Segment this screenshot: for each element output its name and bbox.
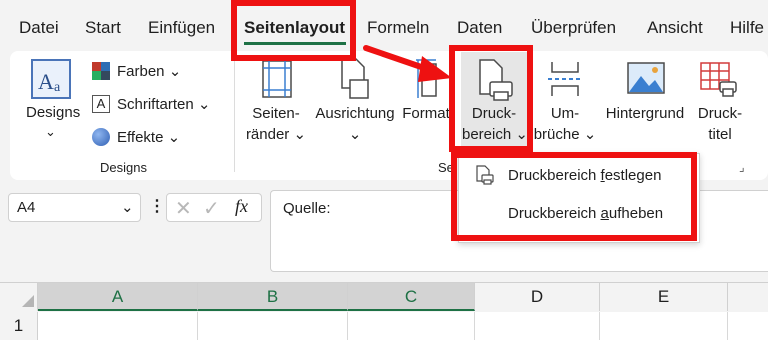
column-header-e[interactable]: E [600,283,728,311]
name-box[interactable]: A4 ⌄ [8,193,141,222]
cell-d1[interactable] [475,312,600,340]
column-header-c[interactable]: C [348,283,475,311]
effekte-button[interactable]: Effekte ⌄ [117,128,180,146]
enter-icon[interactable]: ✓ [203,196,220,221]
cell-f1[interactable] [728,312,768,340]
name-box-value: A4 [17,199,36,216]
tab-datei[interactable]: Datei [19,18,59,38]
designs-icon: A a [31,59,71,99]
group-label-designs: Designs [100,160,147,175]
chevron-down-icon[interactable]: ⌄ [121,198,134,216]
farben-icon [92,62,110,80]
column-header-b[interactable]: B [198,283,348,311]
schriftarten-button[interactable]: Schriftarten ⌄ [117,95,210,113]
designs-button[interactable]: Designs [26,104,80,121]
cancel-icon[interactable]: ✕ [175,196,192,221]
tab-hilfe[interactable]: Hilfe [730,18,764,38]
schriftarten-icon: A [92,95,110,113]
more-options-icon[interactable]: ⋮ [149,196,165,216]
cell-a1[interactable] [38,312,198,340]
effekte-icon [92,128,110,146]
fx-icon[interactable]: fx [235,196,248,217]
formula-controls: ✕ ✓ fx [166,193,262,222]
cell-c1[interactable] [348,312,475,340]
hintergrund-button[interactable]: Hintergrund [600,103,690,124]
tab-ueberpruefen[interactable]: Überprüfen [531,18,616,38]
farben-button[interactable]: Farben ⌄ [117,62,181,80]
ausrichtung-button[interactable]: Ausrichtung ⌄ [312,103,398,145]
umbrueche-icon [548,60,582,98]
seitenraender-icon [262,60,292,98]
select-all-corner[interactable] [0,283,38,311]
drucktitel-button[interactable]: Druck- titel [692,103,748,145]
umbrueche-button[interactable]: Um- brüche ⌄ [532,103,598,145]
highlight-seitenlayout-tab [231,0,356,61]
dialog-launcher-icon[interactable]: ⌟ [739,160,745,174]
highlight-dropdown-menu [451,152,697,241]
column-header-d[interactable]: D [475,283,600,311]
format-button[interactable]: Format [402,103,450,124]
cell-e1[interactable] [600,312,728,340]
formula-content: Quelle: [283,200,331,217]
cell-b1[interactable] [198,312,348,340]
chevron-down-icon: ⌄ [45,124,56,139]
highlight-druckbereich-button [449,45,533,152]
svg-text:A: A [38,69,54,94]
tab-einfuegen[interactable]: Einfügen [148,18,215,38]
tab-formeln[interactable]: Formeln [367,18,429,38]
tab-daten[interactable]: Daten [457,18,502,38]
svg-text:a: a [54,80,61,95]
tab-ansicht[interactable]: Ansicht [647,18,703,38]
column-header-a[interactable]: A [38,283,198,311]
annotation-arrow-icon [363,45,452,82]
hintergrund-icon [627,62,665,94]
drucktitel-icon [700,62,738,98]
group-divider [234,60,235,172]
seitenraender-button[interactable]: Seiten- ränder ⌄ [245,103,307,145]
tab-start[interactable]: Start [85,18,121,38]
row-header-1[interactable]: 1 [0,312,38,340]
